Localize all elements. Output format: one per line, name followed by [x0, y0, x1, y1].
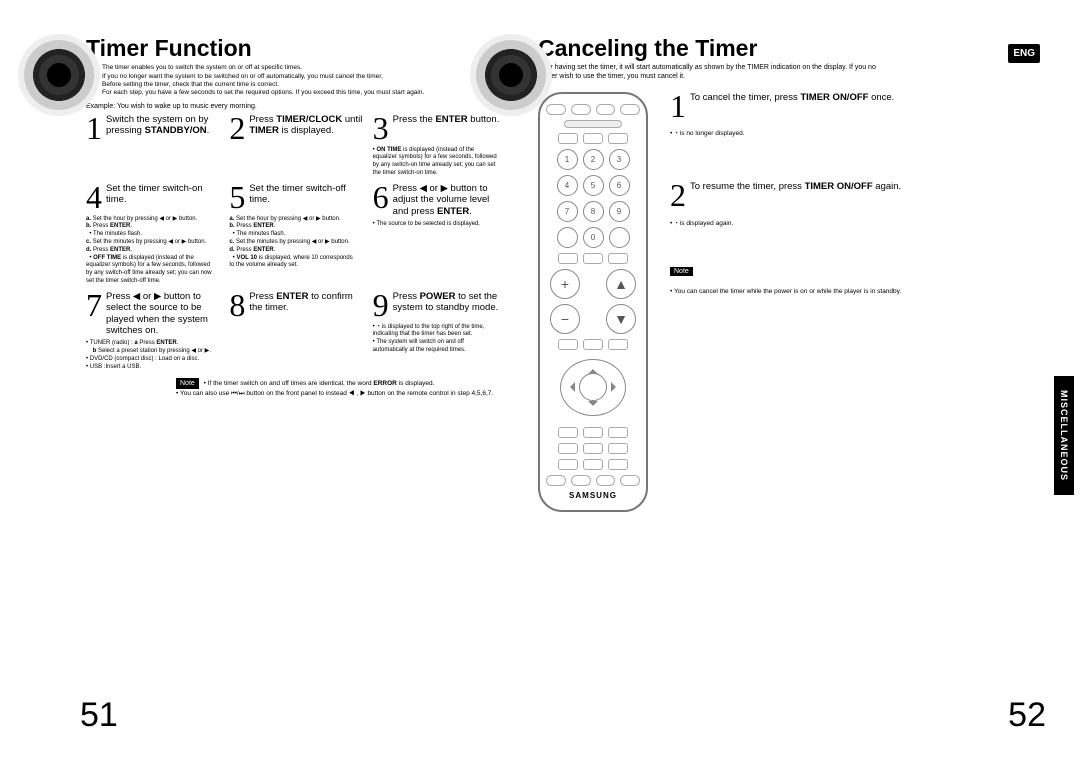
rstep-1-text: To cancel the timer, press TIMER ON/OFF …: [690, 92, 894, 103]
step-5-notes: a. Set the hour by pressing ◀ or ▶ butto…: [229, 216, 362, 271]
bottom-note-block: Note • If the timer switch on and off ti…: [176, 378, 506, 399]
right-note-line: • You can cancel the timer while the pow…: [670, 288, 1040, 295]
step-5-text: Set the timer switch-off time.: [249, 183, 362, 206]
misc-tab: MISCELLANEOUS: [1054, 376, 1074, 495]
step-6-notes: • The source to be selected is displayed…: [373, 221, 506, 229]
page-left: Timer Function The timer enables you to …: [86, 36, 506, 743]
example-line: Example: You wish to wake up to music ev…: [86, 103, 506, 110]
step-9-text: Press POWER to set the system to standby…: [393, 291, 506, 314]
rstep-2-text: To resume the timer, press TIMER ON/OFF …: [690, 181, 901, 192]
cancel-timer-title: Canceling the Timer: [538, 36, 1040, 60]
rstep-1-notes: • ◔ is no longer displayed.: [670, 130, 1040, 138]
speaker-icon: [24, 40, 94, 110]
steps-grid: 1 Switch the system on by pressing STAND…: [86, 114, 506, 372]
intro-block: The timer enables you to switch the syst…: [92, 64, 506, 98]
page-number-right: 52: [1008, 696, 1046, 735]
step-3-notes: • ON TIME is displayed (instead of the e…: [373, 147, 506, 178]
step-7-text: Press ◀ or ▶ button to select the source…: [106, 291, 219, 337]
step-3-text: Press the ENTER button.: [393, 114, 500, 125]
bnote-line-0: • If the timer switch on and off times a…: [204, 380, 435, 387]
step-6-text: Press ◀ or ▶ button to adjust the volume…: [393, 183, 506, 217]
page-right: ENG Canceling the Timer After having set…: [538, 36, 1040, 743]
speaker-icon: [476, 40, 546, 110]
lang-badge: ENG: [1008, 44, 1040, 63]
step-4-notes: a. Set the hour by pressing ◀ or ▶ butto…: [86, 216, 219, 286]
timer-function-title: Timer Function: [86, 36, 506, 60]
page-number-left: 51: [80, 696, 118, 735]
step-1-text: Switch the system on by pressing STANDBY…: [106, 114, 219, 137]
dpad: [560, 359, 626, 416]
brand-logo: SAMSUNG: [569, 491, 617, 500]
bnote-line-1: • You can also use ⏮/⏭ button on the fro…: [176, 390, 493, 397]
step-8-text: Press ENTER to confirm the timer.: [249, 291, 362, 314]
cancel-intro: After having set the timer, it will star…: [538, 64, 878, 82]
step-4-text: Set the timer switch-on time.: [106, 183, 219, 206]
rstep-2-notes: • ◔ is displayed again.: [670, 220, 1040, 228]
step-7-notes: • TUNER (radio) : a Press ENTER. b Selec…: [86, 340, 219, 371]
step-2-text: Press TIMER/CLOCK until TIMER is display…: [249, 114, 362, 137]
step-9-notes: • ◔ is displayed to the top right of the…: [373, 324, 506, 355]
remote-illustration: 123 456 789 0 +▲ −▼ SAMSUNG: [538, 92, 648, 512]
